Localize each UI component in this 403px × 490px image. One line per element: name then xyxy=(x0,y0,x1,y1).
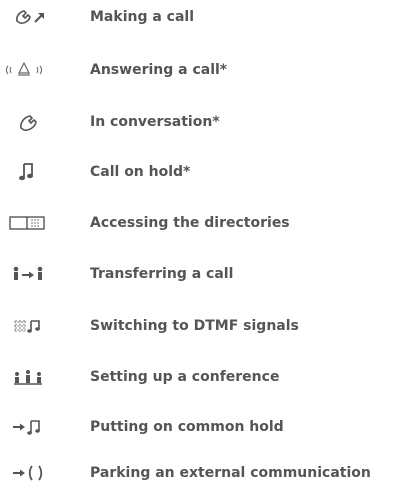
item-label: Answering a call* xyxy=(90,62,228,78)
directory-book-icon xyxy=(6,208,48,238)
list-item: Switching to DTMF signals xyxy=(0,311,403,341)
list-item: Answering a call* xyxy=(0,55,403,85)
list-item: In conversation* xyxy=(0,107,403,137)
common-hold-icon xyxy=(8,412,48,442)
ringing-bell-icon xyxy=(4,55,44,85)
conference-icon xyxy=(8,362,48,392)
item-label: Setting up a conference xyxy=(90,369,280,385)
item-label: Making a call xyxy=(90,9,195,25)
item-label: Call on hold* xyxy=(90,164,191,180)
item-label: Transferring a call xyxy=(90,266,234,282)
list-item: Making a call xyxy=(0,2,403,32)
music-note-icon xyxy=(16,157,38,187)
list-item: Accessing the directories xyxy=(0,208,403,238)
item-label: In conversation* xyxy=(90,114,220,130)
item-label: Accessing the directories xyxy=(90,215,290,231)
list-item: Putting on common hold xyxy=(0,412,403,442)
list-item: Call on hold* xyxy=(0,157,403,187)
park-call-icon xyxy=(8,458,48,488)
dtmf-keypad-icon xyxy=(6,311,46,341)
handset-icon xyxy=(16,107,42,137)
item-label: Switching to DTMF signals xyxy=(90,318,299,334)
list-item: Transferring a call xyxy=(0,259,403,289)
list-item: Setting up a conference xyxy=(0,362,403,392)
item-label: Putting on common hold xyxy=(90,419,284,435)
transfer-persons-icon xyxy=(8,259,48,289)
list-item: Parking an external communication xyxy=(0,458,403,488)
handset-outgoing-icon xyxy=(14,2,50,32)
item-label: Parking an external communication xyxy=(90,465,371,481)
